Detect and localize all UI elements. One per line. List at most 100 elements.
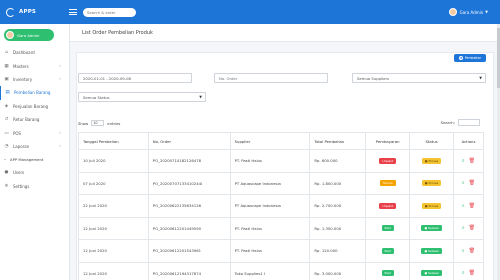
orders-table: Tanggal Pembelian No. Order Supplier Tot… <box>78 132 484 280</box>
col-order[interactable]: No. Order <box>147 132 231 150</box>
cell-supplier: PT. Pasti Halus <box>229 149 311 173</box>
cell-total: Rp. 3.000.000 <box>309 261 367 280</box>
sidebar-user-badge[interactable]: Gara Admin <box>4 29 54 41</box>
date-range-field[interactable]: 2020-01-01 - 2020-09-08 <box>78 73 192 83</box>
status-badge: ● Selesai <box>421 247 442 254</box>
box-icon: ▣ <box>4 76 9 82</box>
sidebar-item-penjualan-barang[interactable]: ◈ Penjualan Barang <box>0 100 69 113</box>
cell-payment: Unpaid <box>365 194 411 218</box>
cell-date: 22 Juni 2020 <box>78 194 149 218</box>
order-number-placeholder: No. Order <box>219 75 238 81</box>
app-management-section: – APP Management <box>0 153 69 166</box>
cell-payment: Paid <box>365 239 411 263</box>
cell-total: Rp. 600.000 <box>309 149 367 173</box>
show-label: Show <box>78 120 89 126</box>
plus-icon: + <box>458 56 463 60</box>
sidebar: Gara Admin ⌂ Dashboard ▦ Masters › ▣ Inventory… <box>0 24 70 280</box>
table-search: Search: <box>441 119 480 126</box>
trash-icon[interactable]: 🗑 <box>469 225 475 231</box>
cell-actions: ⌕ 🗑 <box>453 171 484 195</box>
status-select[interactable]: Semua Status ▼ <box>78 92 206 102</box>
cell-date: 12 Juni 2020 <box>78 261 149 280</box>
view-icon[interactable]: ⌕ <box>462 203 465 209</box>
view-icon[interactable]: ⌕ <box>462 225 465 231</box>
cell-total: Rp. 1.350.000 <box>309 216 367 240</box>
sidebar-item-pembelian-barang[interactable]: ▤ Pembelian Barang <box>0 86 69 100</box>
cell-status: ● Proses <box>409 194 455 218</box>
cell-payment: Tempo <box>365 171 411 195</box>
sidebar-item-inventory[interactable]: ▣ Inventory › <box>0 73 69 86</box>
trash-icon[interactable]: 🗑 <box>469 203 475 209</box>
add-pembelian-button[interactable]: + Pembelian <box>454 54 486 62</box>
trash-icon[interactable]: 🗑 <box>469 158 475 164</box>
brand[interactable]: APPS <box>0 0 61 24</box>
cell-actions: ⌕ 🗑 <box>453 149 484 173</box>
sidebar-item-laporan[interactable]: ◔ Laporan › <box>0 140 69 153</box>
brand-logo-icon <box>6 7 15 17</box>
sidebar-item-settings[interactable]: ✲ Settings <box>0 180 69 193</box>
view-icon[interactable]: ⌕ <box>462 180 465 186</box>
table-search-input[interactable] <box>458 119 480 126</box>
user-menu[interactable]: Gara Admin ▼ <box>448 8 488 16</box>
return-icon: ↺ <box>4 117 9 123</box>
sidebar-item-label: Dashboard <box>13 50 35 56</box>
search-input[interactable] <box>83 7 136 17</box>
trash-icon[interactable]: 🗑 <box>469 270 475 276</box>
tag-icon: ◈ <box>4 103 9 109</box>
table-header-row: Tanggal Pembelian No. Order Supplier Tot… <box>78 132 484 150</box>
view-icon[interactable]: ⌕ <box>462 248 465 254</box>
sidebar-item-label: Laporan <box>13 143 30 149</box>
col-payment[interactable]: Pembayaran <box>365 132 411 150</box>
page-title: List Order Pembelian Produk <box>70 24 500 42</box>
status-label: Proses <box>428 203 439 208</box>
menu-toggle-icon[interactable] <box>69 9 77 15</box>
sidebar-item-dashboard[interactable]: ⌂ Dashboard <box>0 46 69 59</box>
sidebar-item-label: Retur Barang <box>13 117 40 123</box>
status-value: Semua Status <box>83 94 110 100</box>
status-label: Selesai <box>428 248 439 253</box>
supplier-value: Semua Suppliers <box>357 75 390 81</box>
supplier-select[interactable]: Semua Suppliers ▼ <box>352 73 486 83</box>
col-status[interactable]: Status <box>409 132 455 150</box>
sidebar-item-masters[interactable]: ▦ Masters › <box>0 59 69 72</box>
entries-length: Show 10 entries <box>78 120 120 126</box>
cell-actions: ⌕ 🗑 <box>453 261 484 280</box>
payment-badge: Unpaid <box>379 202 396 209</box>
home-icon: ⌂ <box>5 50 8 56</box>
sidebar-item-pos[interactable]: ▭ POS › <box>0 126 69 139</box>
sidebar-item-label: Penjualan Barang <box>13 103 49 109</box>
report-icon: ◔ <box>4 143 9 149</box>
view-icon[interactable]: ⌕ <box>462 158 465 164</box>
sidebar-item-label: Inventory <box>13 76 33 82</box>
col-supplier[interactable]: Supplier <box>229 132 311 150</box>
view-icon[interactable]: ⌕ <box>462 270 465 276</box>
cell-status: ● Selesai <box>409 261 455 280</box>
status-label: Proses <box>428 158 439 163</box>
col-total[interactable]: Total Pembelian <box>309 132 367 150</box>
sidebar-item-label: Settings <box>13 183 30 189</box>
entries-select[interactable]: 10 <box>91 120 105 126</box>
users-icon: ● <box>4 170 9 176</box>
sidebar-item-retur-barang[interactable]: ↺ Retur Barang <box>0 113 69 126</box>
cell-supplier: PT Aquascape Indonesia <box>229 171 311 195</box>
trash-icon[interactable]: 🗑 <box>469 180 475 186</box>
payment-badge: Paid <box>381 247 394 254</box>
sidebar-item-label: Pembelian Barang <box>14 90 51 96</box>
avatar <box>6 31 14 39</box>
col-date[interactable]: Tanggal Pembelian <box>78 132 149 150</box>
trash-icon[interactable]: 🗑 <box>469 248 475 254</box>
date-range-value: 2020-01-01 - 2020-09-08 <box>83 75 131 81</box>
chevron-right-icon: › <box>59 63 61 69</box>
cell-date: 12 Juni 2020 <box>78 239 149 263</box>
sidebar-item-users[interactable]: ● Users <box>0 166 69 179</box>
cell-order: PO_20200612201449590 <box>147 216 231 240</box>
order-number-field[interactable]: No. Order <box>214 73 328 83</box>
cell-status: ● Selesai <box>409 239 455 263</box>
cell-supplier: PT. Pasti Halus <box>229 239 311 263</box>
cell-date: 10 Juli 2020 <box>78 149 149 173</box>
chevron-right-icon: › <box>59 130 61 136</box>
cell-order: PO_20200707133410244I <box>147 171 231 195</box>
cell-order: PO_20200710182126478 <box>147 149 231 173</box>
status-label: Selesai <box>428 271 439 276</box>
cell-date: 07 Juli 2020 <box>78 171 149 195</box>
